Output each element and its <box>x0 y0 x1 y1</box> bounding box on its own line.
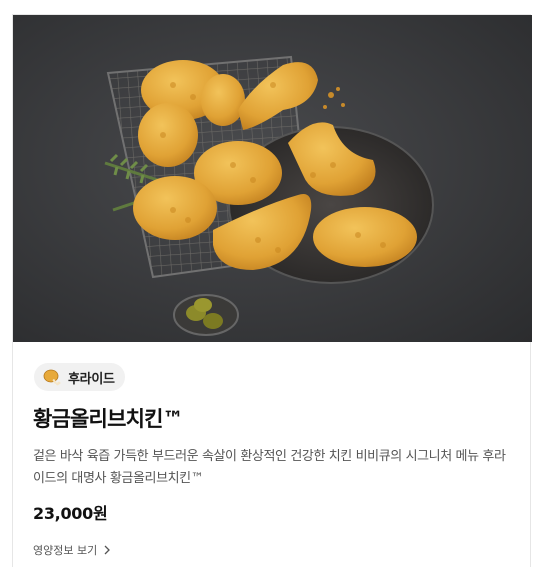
nutrition-info-link[interactable]: 영양정보 보기 <box>33 542 111 558</box>
product-description: 겉은 바삭 육즙 가득한 부드러운 속살이 환상적인 건강한 치킨 비비큐의 시… <box>33 449 506 486</box>
category-chip: 후라이드 <box>34 363 125 391</box>
product-card[interactable]: 후라이드 황금올리브치킨™ 겉은 바삭 육즙 가득한 부드러운 속살이 환상적인… <box>12 14 532 567</box>
category-label: 후라이드 <box>68 371 115 387</box>
product-price: 23,000원 <box>33 504 108 523</box>
nutrition-info-label: 영양정보 보기 <box>33 544 98 557</box>
chicken-drumstick-icon <box>43 369 61 386</box>
product-photo <box>13 15 532 342</box>
chevron-right-icon <box>104 545 111 555</box>
product-name: 황금올리브치킨™ <box>33 407 184 431</box>
